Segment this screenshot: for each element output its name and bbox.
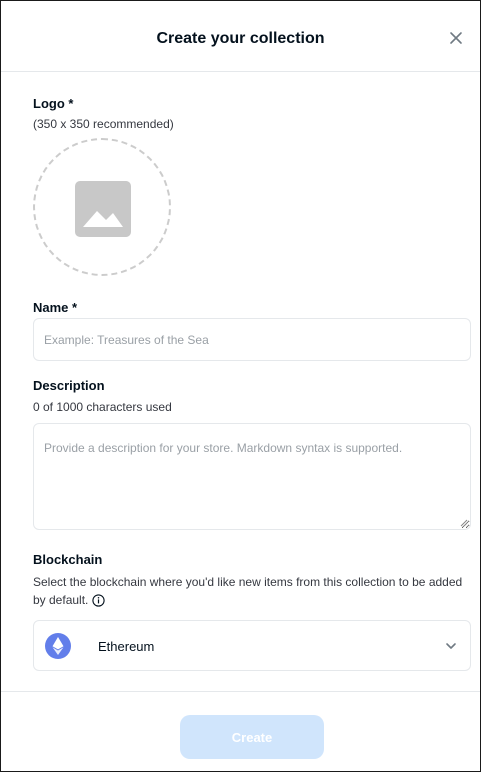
create-button[interactable]: Create [180,715,324,759]
description-label: Description [33,378,105,393]
description-textarea[interactable] [33,423,471,530]
footer-divider [1,691,480,692]
close-icon [450,32,462,44]
blockchain-select[interactable]: Ethereum [33,620,471,671]
ethereum-icon [45,633,71,659]
image-placeholder-icon [75,181,131,237]
name-label: Name * [33,300,78,315]
description-char-counter: 0 of 1000 characters used [33,400,172,414]
info-icon[interactable] [92,594,106,607]
modal-header: Create your collection [1,1,480,72]
logo-size-hint: (350 x 350 recommended) [33,117,174,131]
chevron-down-icon [446,643,456,649]
modal-title: Create your collection [156,30,325,47]
resize-handle-icon[interactable] [460,519,468,527]
logo-label: Logo * [33,96,74,111]
close-button[interactable] [446,28,466,48]
blockchain-selected-value: Ethereum [98,639,155,654]
create-collection-modal: Create your collection Logo * (350 x 350… [0,0,481,772]
blockchain-label: Blockchain [33,552,103,567]
name-input[interactable] [33,318,471,361]
blockchain-description: Select the blockchain where you'd like n… [33,573,473,609]
logo-upload-dropzone[interactable] [33,138,171,276]
